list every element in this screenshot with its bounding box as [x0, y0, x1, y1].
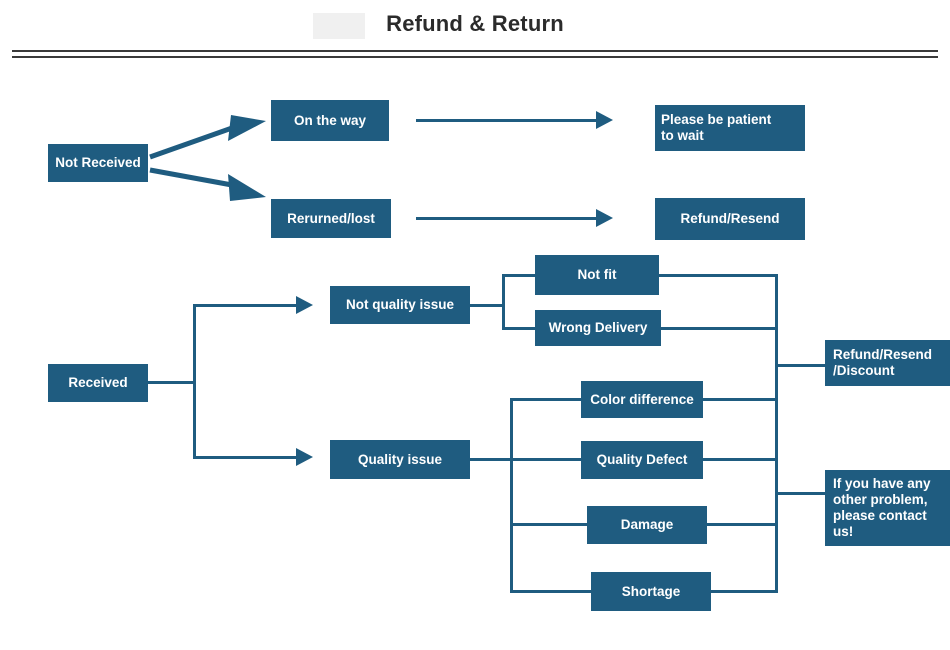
node-quality-issue[interactable]: Quality issue [330, 440, 470, 479]
arrowhead-quality-issue [296, 448, 313, 466]
flowchart-page: Refund & Return Not Received On the way … [0, 0, 950, 650]
connector-received-stem [148, 381, 196, 384]
connector-bracket-to-color-difference [510, 398, 584, 401]
connector-wrong-delivery-to-bus [661, 327, 778, 330]
connector-returned-to-refund [416, 217, 598, 220]
connector-bracket-to-damage [510, 523, 590, 526]
header-divider-top [12, 50, 938, 52]
node-color-difference[interactable]: Color difference [581, 381, 703, 418]
connector-damage-to-bus [707, 523, 778, 526]
node-quality-defect[interactable]: Quality Defect [581, 441, 703, 479]
arrowhead-returned-lost [596, 209, 613, 227]
node-wrong-delivery[interactable]: Wrong Delivery [535, 310, 661, 346]
diagonal-connectors [149, 115, 266, 201]
connector-quality-stem [470, 458, 513, 461]
connector-bracket-to-wrong-delivery [502, 327, 538, 330]
connector-bracket-to-not-fit [502, 274, 538, 277]
arrowhead-not-quality-issue [296, 296, 313, 314]
connector-bracket-to-shortage [510, 590, 594, 593]
connector-color-difference-to-bus [703, 398, 778, 401]
node-received[interactable]: Received [48, 364, 148, 402]
header-divider-bottom [12, 56, 938, 58]
node-refund-resend-discount[interactable]: Refund/Resend /Discount [825, 340, 950, 386]
arrowhead-on-the-way [596, 111, 613, 129]
page-title: Refund & Return [386, 11, 564, 36]
connector-shortage-to-bus [711, 590, 778, 593]
connector-not-quality-stem [470, 304, 505, 307]
connector-not-quality-bracket [502, 274, 505, 330]
connector-received-to-quality [193, 456, 298, 459]
node-contact-us[interactable]: If you have any other problem, please co… [825, 470, 950, 546]
node-not-fit[interactable]: Not fit [535, 255, 659, 295]
node-on-the-way[interactable]: On the way [271, 100, 389, 141]
connector-bus-to-refund-discount [775, 364, 828, 367]
connector-quality-defect-to-bus [703, 458, 778, 461]
node-damage[interactable]: Damage [587, 506, 707, 544]
connector-bus-to-contact-us [775, 492, 828, 495]
connector-right-collector-bus [775, 274, 778, 593]
node-returned-lost[interactable]: Rerurned/lost [271, 199, 391, 238]
node-not-quality-issue[interactable]: Not quality issue [330, 286, 470, 324]
node-shortage[interactable]: Shortage [591, 572, 711, 611]
connector-quality-bracket [510, 398, 513, 593]
node-refund-resend[interactable]: Refund/Resend [655, 198, 805, 240]
connector-received-split-vertical [193, 304, 196, 459]
connector-bracket-to-quality-defect [510, 458, 584, 461]
connector-received-to-not-quality [193, 304, 298, 307]
node-not-received[interactable]: Not Received [48, 144, 148, 182]
connector-not-fit-to-bus [659, 274, 778, 277]
connector-on-the-way-to-wait [416, 119, 598, 122]
node-please-be-patient[interactable]: Please be patient to wait [655, 105, 805, 151]
